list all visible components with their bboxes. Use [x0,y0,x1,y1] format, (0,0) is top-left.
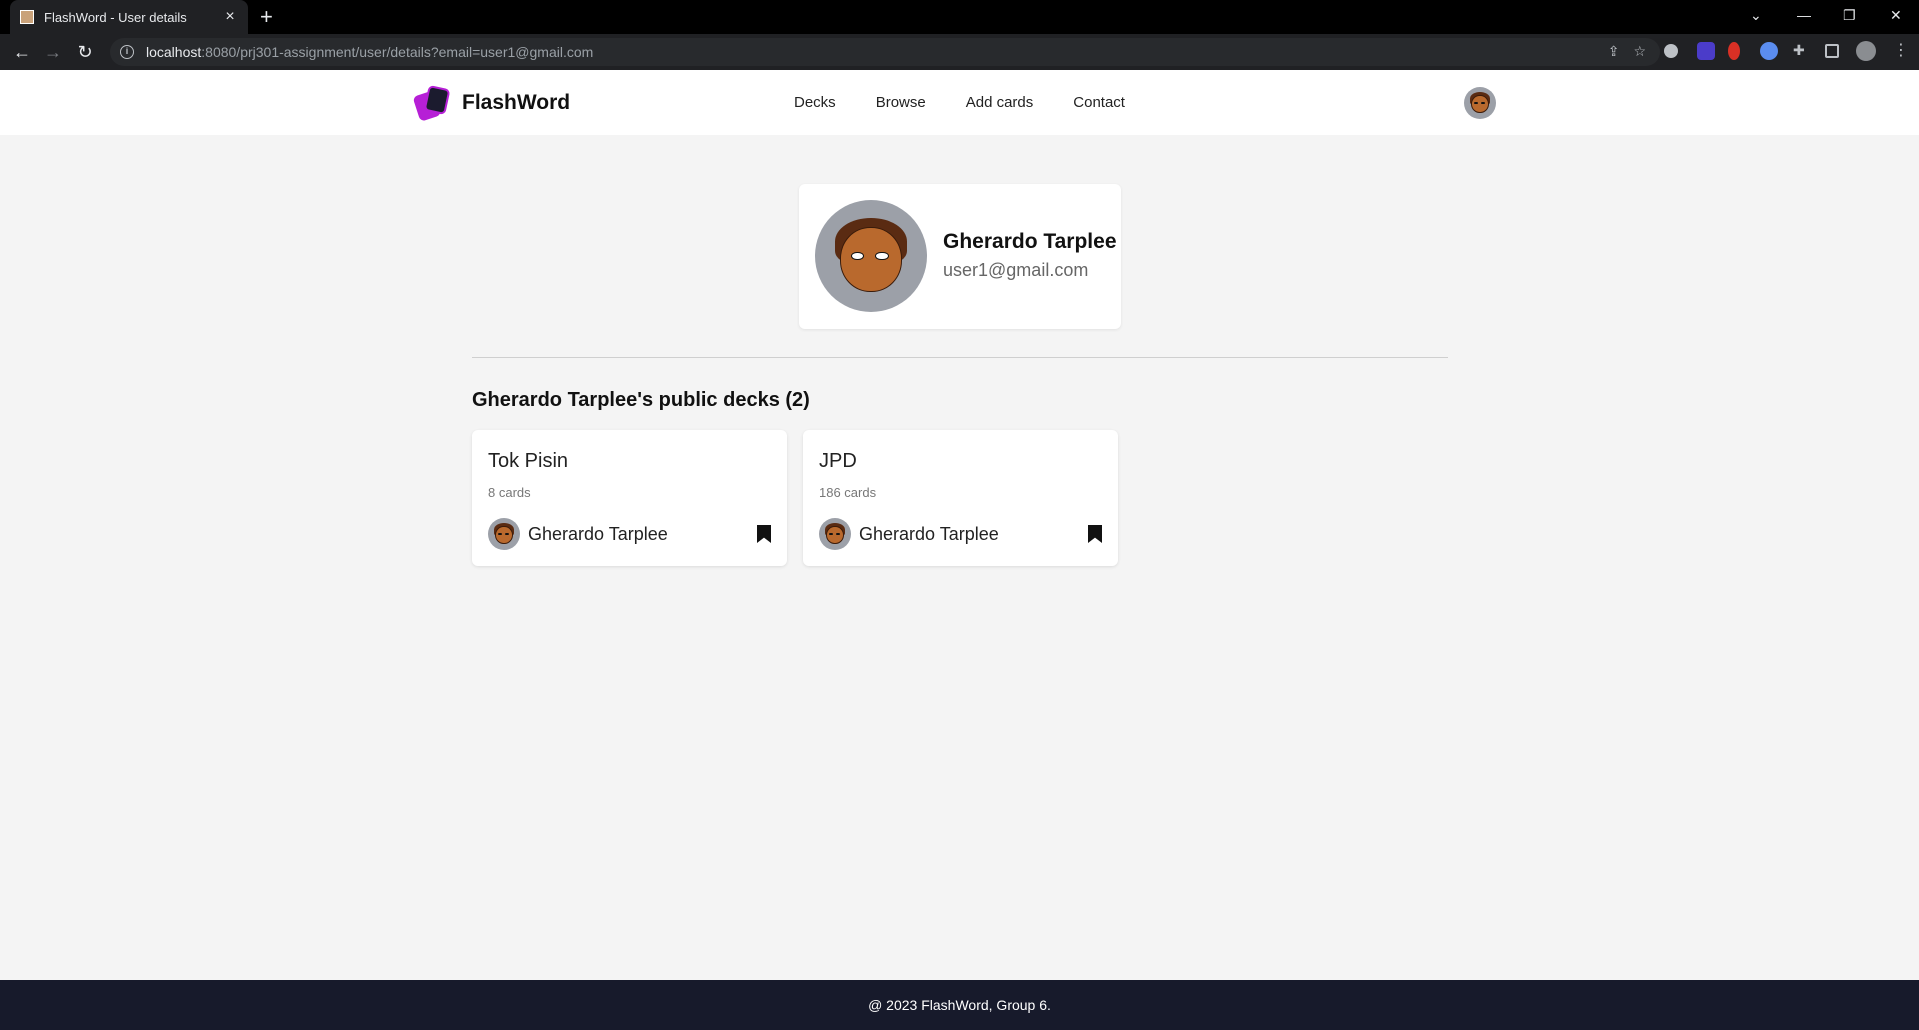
owner-avatar [819,518,851,550]
address-bar[interactable]: i localhost :8080/prj301-assignment/user… [110,38,1660,66]
extension-gear-icon[interactable] [1664,44,1678,58]
nav-decks[interactable]: Decks [794,94,836,111]
deck-owner[interactable]: Gherardo Tarplee [488,518,668,550]
extensions-puzzle-icon[interactable]: ✚ [1793,42,1811,60]
forward-icon[interactable]: → [41,40,65,64]
close-window-icon[interactable]: ✕ [1890,0,1902,30]
close-tab-icon[interactable]: × [222,8,238,26]
footer-text: @ 2023 FlashWord, Group 6. [868,997,1051,1013]
deck-title[interactable]: Tok Pisin [488,450,568,473]
bookmark-icon[interactable] [757,525,771,543]
tab-search-icon[interactable]: ⌄ [1750,0,1762,30]
share-icon[interactable]: ⇪ [1608,43,1620,60]
back-icon[interactable]: ← [10,40,34,64]
owner-name: Gherardo Tarplee [859,523,999,544]
url-path: :8080/prj301-assignment/user/details?ema… [201,44,594,60]
new-tab-icon[interactable]: + [260,4,273,30]
brand-logo[interactable]: FlashWord [412,84,571,122]
decks-section-title: Gherardo Tarplee's public decks (2) [472,389,810,411]
profile-email: user1@gmail.com [943,260,1089,280]
restore-icon[interactable]: ❐ [1843,0,1856,30]
site-footer: @ 2023 FlashWord, Group 6. [0,980,1919,1030]
tab-title: FlashWord - User details [44,9,187,25]
side-panel-icon[interactable] [1825,44,1839,58]
profile-card: Gherardo Tarplee user1@gmail.com [799,184,1121,329]
nav-add-cards[interactable]: Add cards [966,94,1034,111]
browser-tabbar: FlashWord - User details × + ⌄ — ❐ ✕ [0,0,1919,34]
profile-avatar-icon[interactable] [1856,41,1876,61]
site-info-icon[interactable]: i [120,45,134,59]
url-host: localhost [146,44,202,60]
deck-card-count: 186 cards [819,485,877,500]
cards-logo-icon [412,84,452,122]
owner-name: Gherardo Tarplee [528,523,668,544]
profile-avatar [815,200,927,312]
favicon-icon [20,10,34,24]
minimize-icon[interactable]: — [1797,0,1811,30]
brand-name: FlashWord [462,91,571,114]
nav-browse[interactable]: Browse [876,94,926,111]
bookmark-icon[interactable] [1088,525,1102,543]
divider [472,357,1448,358]
extension-red-icon[interactable] [1728,42,1740,60]
deck-owner[interactable]: Gherardo Tarplee [819,518,999,550]
deck-card[interactable]: Tok Pisin 8 cards Gherardo Tarplee [472,430,787,566]
reload-icon[interactable]: ↻ [73,40,97,64]
user-avatar[interactable] [1464,87,1496,119]
deck-card[interactable]: JPD 186 cards Gherardo Tarplee [803,430,1118,566]
deck-card-count: 8 cards [488,485,531,500]
main-nav: Decks Browse Add cards Contact [794,94,1125,111]
browser-toolbar: ← → ↻ i localhost :8080/prj301-assignmen… [0,34,1919,70]
profile-name: Gherardo Tarplee [943,230,1117,253]
browser-tab[interactable]: FlashWord - User details × [10,0,248,34]
deck-title[interactable]: JPD [819,450,857,473]
extension-search-icon[interactable] [1760,42,1778,60]
browser-menu-icon[interactable]: ⋮ [1893,40,1911,59]
extension-purple-icon[interactable] [1697,42,1715,60]
owner-avatar [488,518,520,550]
bookmark-star-icon[interactable]: ☆ [1633,43,1646,60]
nav-contact[interactable]: Contact [1073,94,1125,111]
site-header: FlashWord Decks Browse Add cards Contact [0,70,1919,135]
